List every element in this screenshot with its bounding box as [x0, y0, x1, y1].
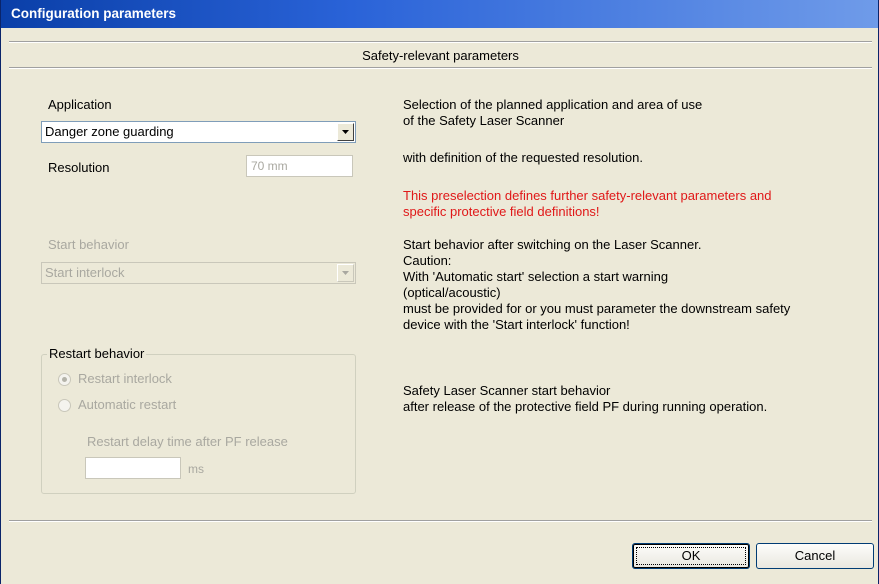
start-description-line1: Start behavior after switching on the La… — [403, 237, 702, 252]
start-description-line3: With 'Automatic start' selection a start… — [403, 269, 669, 284]
automatic-restart-label: Automatic restart — [78, 397, 177, 412]
cancel-button[interactable]: Cancel — [756, 543, 874, 569]
ok-button[interactable]: OK — [632, 543, 750, 569]
restart-delay-label: Restart delay time after PF release — [87, 434, 288, 449]
application-dropdown[interactable]: Danger zone guarding — [41, 121, 356, 143]
restart-description-line1: Safety Laser Scanner start behavior — [403, 383, 611, 398]
warning-text-line1: This preselection defines further safety… — [403, 188, 772, 203]
automatic-restart-radio[interactable] — [58, 399, 71, 412]
chevron-down-icon[interactable] — [337, 123, 354, 141]
application-label: Application — [48, 97, 112, 112]
application-description-line1: Selection of the planned application and… — [403, 97, 703, 112]
restart-delay-field[interactable] — [85, 457, 181, 479]
restart-interlock-label: Restart interlock — [78, 371, 172, 386]
start-description-line4: (optical/acoustic) — [403, 285, 501, 300]
bottom-separator — [9, 520, 872, 522]
start-behavior-label: Start behavior — [48, 237, 129, 252]
restart-delay-unit: ms — [188, 462, 204, 476]
start-behavior-dropdown[interactable]: Start interlock — [41, 262, 356, 284]
start-behavior-selected-value: Start interlock — [45, 265, 125, 280]
configuration-dialog: Configuration parameters Safety-relevant… — [0, 0, 879, 584]
window-title: Configuration parameters — [1, 0, 878, 28]
focus-rectangle — [636, 547, 746, 565]
resolution-field[interactable]: 70 mm — [246, 155, 353, 177]
start-description-line6: device with the 'Start interlock' functi… — [403, 317, 630, 332]
resolution-description: with definition of the requested resolut… — [403, 150, 643, 165]
resolution-label: Resolution — [48, 160, 110, 175]
application-description-line2: of the Safety Laser Scanner — [403, 113, 565, 128]
start-description-line2: Caution: — [403, 253, 452, 268]
chevron-down-icon[interactable] — [337, 264, 354, 282]
section-title: Safety-relevant parameters — [9, 41, 872, 69]
restart-description-line2: after release of the protective field PF… — [403, 399, 768, 414]
cancel-button-label: Cancel — [794, 548, 836, 563]
restart-behavior-group-title: Restart behavior — [47, 346, 147, 361]
warning-text-line2: specific protective field definitions! — [403, 204, 600, 219]
restart-interlock-radio[interactable] — [58, 373, 71, 386]
application-selected-value: Danger zone guarding — [45, 124, 174, 139]
start-description-line5: must be provided for or you must paramet… — [403, 301, 791, 316]
